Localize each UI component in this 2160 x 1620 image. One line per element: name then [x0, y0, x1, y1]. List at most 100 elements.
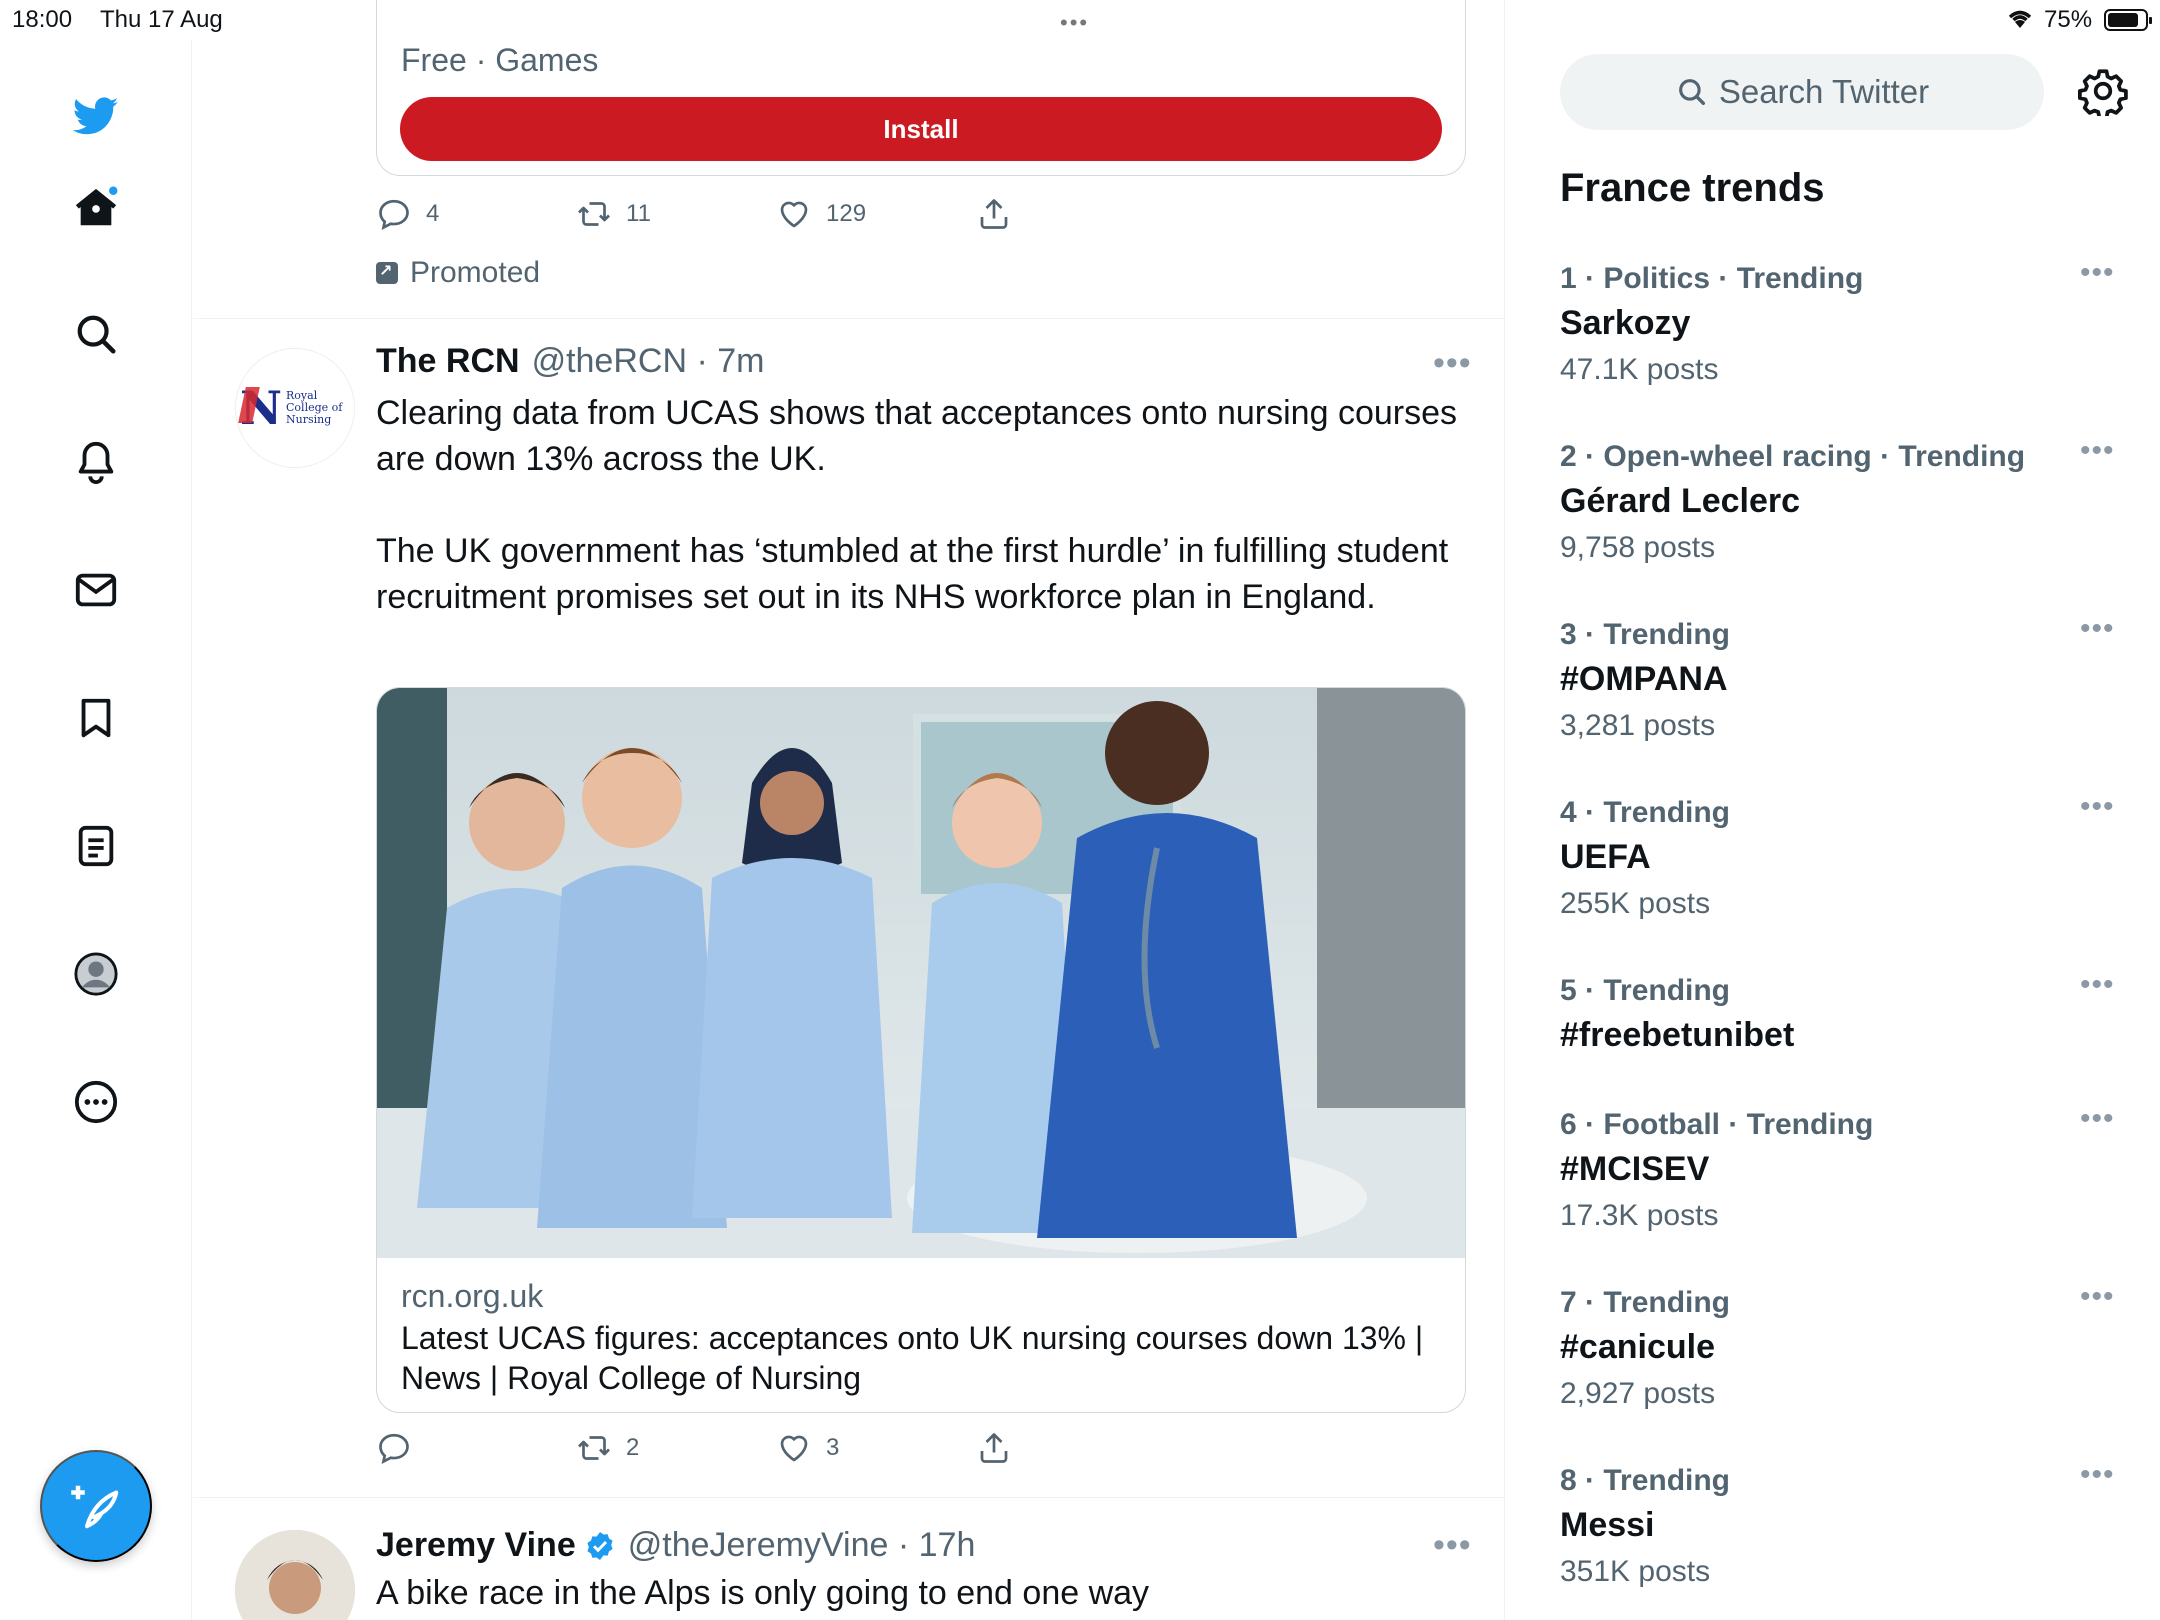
- trend-meta: 5 · Trending: [1560, 974, 1731, 1007]
- compose-tweet-button[interactable]: [40, 1450, 152, 1562]
- trend-item[interactable]: 7 · Trending #canicule 2,927 posts •••: [1560, 1280, 2120, 1411]
- reply-button[interactable]: 4: [376, 196, 439, 232]
- trend-more-button[interactable]: •••: [2080, 612, 2115, 646]
- like-button[interactable]: 3: [776, 1430, 839, 1466]
- trend-item[interactable]: 5 · Trending #freebetunibet •••: [1560, 968, 2120, 1055]
- tweet-action-bar: 2 3: [376, 1430, 1076, 1470]
- trend-name: #OMPANA: [1560, 660, 1728, 698]
- twitter-logo-icon[interactable]: [66, 86, 126, 146]
- trend-count: 255K posts: [1560, 887, 1711, 920]
- tweet-text: Clearing data from UCAS shows that accep…: [376, 394, 1457, 616]
- trend-item[interactable]: 6 · Football · Trending #MCISEV 17.3K po…: [1560, 1102, 2120, 1233]
- promoted-label: Promoted: [376, 256, 540, 290]
- trend-more-button[interactable]: •••: [2080, 256, 2115, 290]
- ad-action-bar: 4 11 129: [376, 196, 1076, 236]
- trend-meta: 7 · Trending: [1560, 1286, 1731, 1319]
- retweet-icon: [578, 202, 610, 226]
- link-card[interactable]: rcn.org.uk Latest UCAS figures: acceptan…: [376, 687, 1466, 1413]
- trend-name: #canicule: [1560, 1328, 1715, 1366]
- search-icon[interactable]: [66, 304, 126, 364]
- trend-more-button[interactable]: •••: [2080, 968, 2115, 1002]
- trend-item[interactable]: 1 · Politics · Trending Sarkozy 47.1K po…: [1560, 256, 2120, 387]
- author-handle[interactable]: @theRCN · 7m: [532, 342, 765, 381]
- trend-more-button[interactable]: •••: [2080, 1280, 2115, 1314]
- trend-item[interactable]: 8 · Trending Messi 351K posts •••: [1560, 1458, 2120, 1589]
- trend-count: 351K posts: [1560, 1555, 1711, 1588]
- divider: [193, 1497, 1504, 1498]
- author-name[interactable]: Jeremy Vine: [376, 1526, 576, 1565]
- share-button[interactable]: [976, 196, 1026, 232]
- rcn-logo: N Royal College of Nursing: [240, 381, 350, 435]
- link-domain: rcn.org.uk: [401, 1278, 544, 1314]
- timeline: Free · Games Install 4 11 129 Promoted N…: [193, 0, 1505, 1620]
- lists-icon[interactable]: [66, 816, 126, 876]
- trend-meta: 8 · Trending: [1560, 1464, 1731, 1497]
- trend-more-button[interactable]: •••: [2080, 1458, 2115, 1492]
- promoted-app-card[interactable]: Free · Games Install: [376, 0, 1466, 176]
- profile-avatar-icon[interactable]: [66, 944, 126, 1004]
- trend-meta: 3 · Trending: [1560, 618, 1731, 651]
- retweet-count: 11: [626, 200, 651, 227]
- settings-gear-icon[interactable]: [2078, 66, 2128, 116]
- right-sidebar: Search Twitter France trends 1 · Politic…: [1506, 0, 2160, 1620]
- app-category: Free · Games: [401, 42, 599, 78]
- tweet-header: Jeremy Vine @theJeremyVine · 17h: [376, 1526, 975, 1565]
- install-button[interactable]: Install: [400, 97, 1442, 161]
- reply-icon: [379, 1433, 409, 1465]
- heart-icon: [780, 1435, 808, 1462]
- trend-more-button[interactable]: •••: [2080, 790, 2115, 824]
- trend-name: Gérard Leclerc: [1560, 482, 1801, 520]
- trend-count: 17.3K posts: [1560, 1199, 1719, 1232]
- link-title: Latest UCAS figures: acceptances onto UK…: [401, 1320, 1424, 1396]
- search-input[interactable]: Search Twitter: [1560, 54, 2044, 130]
- like-count: 129: [826, 200, 867, 227]
- rcn-avatar[interactable]: N Royal College of Nursing: [235, 348, 355, 468]
- tweet-more-button[interactable]: •••: [1433, 1526, 1472, 1565]
- bookmarks-icon[interactable]: [66, 688, 126, 748]
- author-handle[interactable]: @theJeremyVine · 17h: [628, 1526, 976, 1565]
- retweet-count: 2: [626, 1434, 640, 1461]
- trend-item[interactable]: 2 · Open-wheel racing · Trending Gérard …: [1560, 434, 2120, 565]
- retweet-button[interactable]: 2: [576, 1430, 639, 1466]
- notifications-bell-icon[interactable]: [66, 432, 126, 492]
- divider: [193, 318, 1504, 319]
- trend-name: Sarkozy: [1560, 304, 1691, 342]
- retweet-icon: [578, 1436, 610, 1460]
- rcn-logo-text: Royal College of Nursing: [286, 389, 343, 426]
- reply-icon: [379, 199, 409, 231]
- trend-count: 2,927 posts: [1560, 1377, 1716, 1410]
- heart-icon: [780, 201, 808, 228]
- like-count: 3: [826, 1434, 840, 1461]
- more-options-icon[interactable]: [66, 1072, 126, 1132]
- trend-name: #MCISEV: [1560, 1150, 1710, 1188]
- tweet-more-button[interactable]: •••: [1433, 344, 1472, 383]
- trend-item[interactable]: 4 · Trending UEFA 255K posts •••: [1560, 790, 2120, 921]
- nurses-ward-photo: [377, 688, 1465, 1258]
- author-name[interactable]: The RCN: [376, 342, 520, 381]
- trend-item[interactable]: 3 · Trending #OMPANA 3,281 posts •••: [1560, 612, 2120, 743]
- trend-more-button[interactable]: •••: [2080, 1102, 2115, 1136]
- messages-envelope-icon[interactable]: [66, 560, 126, 620]
- side-navigation: [0, 40, 192, 1620]
- trend-name: Messi: [1560, 1506, 1655, 1544]
- trend-name: #freebetunibet: [1560, 1016, 1795, 1054]
- promoted-icon: [376, 261, 398, 284]
- trend-meta: 1 · Politics · Trending: [1560, 262, 1864, 295]
- search-icon: [1678, 79, 1705, 106]
- trend-more-button[interactable]: •••: [2080, 434, 2115, 468]
- share-icon: [980, 1433, 1008, 1463]
- promoted-text: Promoted: [410, 256, 541, 289]
- feather-plus-icon: [71, 1485, 119, 1529]
- share-icon: [980, 199, 1008, 229]
- trend-count: 9,758 posts: [1560, 531, 1716, 564]
- jeremy-vine-avatar[interactable]: [235, 1530, 355, 1620]
- reply-button[interactable]: [376, 1430, 426, 1466]
- retweet-button[interactable]: 11: [576, 196, 651, 232]
- trend-meta: 6 · Football · Trending: [1560, 1108, 1874, 1141]
- share-button[interactable]: [976, 1430, 1026, 1466]
- trends-heading: France trends: [1560, 166, 1825, 210]
- home-icon[interactable]: [66, 178, 126, 238]
- like-button[interactable]: 129: [776, 196, 866, 232]
- tweet-header: The RCN @theRCN · 7m: [376, 342, 764, 381]
- search-placeholder: Search Twitter: [1718, 73, 1930, 110]
